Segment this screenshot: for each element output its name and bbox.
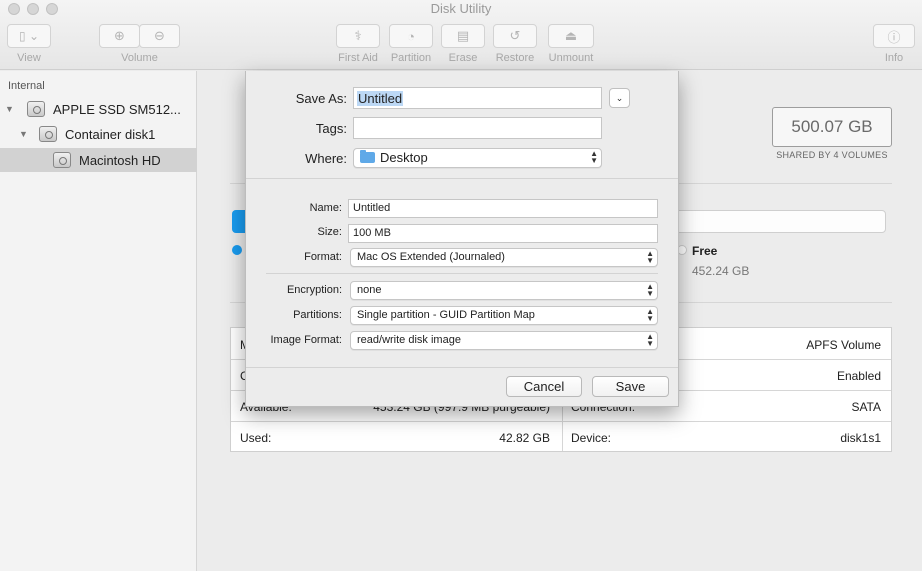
partition-label: Partition	[390, 52, 432, 64]
row-divider	[231, 421, 891, 422]
info-label: Used:	[240, 431, 272, 445]
sidebar: Internal ▼ APPLE SSD SM512... ▼ Containe…	[0, 71, 197, 571]
info-icon: ⓘ	[887, 29, 901, 45]
first-aid-button[interactable]: ⚕	[336, 24, 380, 48]
window-title: Disk Utility	[430, 1, 492, 16]
partitions-value: Single partition - GUID Partition Map	[357, 309, 535, 321]
where-popup[interactable]: Desktop ▲ ▼	[353, 148, 602, 168]
info-value: disk1s1	[840, 431, 881, 445]
tags-field[interactable]	[353, 117, 602, 139]
restore-button[interactable]: ↺	[493, 24, 537, 48]
divider	[246, 178, 678, 179]
size-label: Size:	[317, 226, 342, 238]
tags-label: Tags:	[315, 121, 347, 136]
sidebar-item-label: Macintosh HD	[79, 152, 161, 168]
info-value: SATA	[851, 400, 881, 414]
remove-volume-button[interactable]: ⊖	[139, 24, 180, 48]
sidebar-section-internal: Internal	[8, 80, 45, 92]
partitions-label: Partitions:	[293, 309, 342, 321]
info-button[interactable]: ⓘ	[873, 24, 915, 48]
updown-arrows-icon: ▲ ▼	[646, 307, 654, 323]
disclosure-triangle-icon[interactable]: ▼	[5, 104, 17, 114]
unmount-label: Unmount	[548, 52, 594, 64]
format-popup[interactable]: Mac OS Extended (Journaled) ▲ ▼	[350, 248, 658, 267]
erase-button[interactable]: ▤	[441, 24, 485, 48]
sidebar-item-apple-ssd[interactable]: ▼ APPLE SSD SM512...	[0, 97, 197, 121]
partition-pie-icon: ◔	[407, 28, 415, 44]
where-label: Where:	[305, 151, 347, 166]
erase-label: Erase	[448, 52, 478, 64]
remove-volume-icon: ⊖	[154, 28, 165, 43]
capacity-value: 500.07 GB	[772, 107, 892, 147]
updown-arrows-icon: ▲ ▼	[646, 282, 654, 298]
new-image-save-sheet: Save As: Untitled ⌄ Tags: Where: Desktop…	[245, 71, 679, 407]
image-format-label: Image Format:	[270, 334, 342, 346]
info-label: Info	[884, 52, 904, 64]
image-format-value: read/write disk image	[357, 334, 461, 346]
sidebar-item-label: APPLE SSD SM512...	[53, 101, 181, 117]
info-value: Enabled	[836, 369, 881, 383]
view-label: View	[17, 52, 41, 64]
restore-label: Restore	[495, 52, 535, 64]
cancel-button[interactable]: Cancel	[506, 376, 582, 397]
updown-arrows-icon: ▲ ▼	[646, 332, 654, 348]
save-as-field[interactable]: Untitled	[353, 87, 602, 109]
erase-icon: ▤	[456, 28, 470, 43]
divider	[246, 367, 678, 368]
capacity-note: SHARED BY 4 VOLUMES	[776, 150, 888, 160]
format-label: Format:	[304, 251, 342, 263]
updown-arrows-icon: ▲ ▼	[590, 149, 598, 165]
expand-browser-button[interactable]: ⌄	[609, 88, 630, 108]
divider	[266, 273, 658, 274]
volume-disk-icon	[53, 152, 71, 168]
add-volume-button[interactable]: ⊕	[99, 24, 140, 48]
where-value: Desktop	[380, 150, 428, 165]
folder-icon	[360, 150, 375, 163]
updown-arrows-icon: ▲ ▼	[646, 249, 654, 265]
name-field[interactable]: Untitled	[348, 199, 658, 218]
disclosure-triangle-icon[interactable]: ▼	[19, 129, 31, 139]
sidebar-item-container-disk1[interactable]: ▼ Container disk1	[0, 122, 197, 146]
view-button[interactable]: ▯ ⌄	[7, 24, 51, 48]
first-aid-label: First Aid	[338, 52, 378, 64]
unmount-icon: ⏏	[564, 28, 578, 43]
free-value: 452.24 GB	[692, 264, 750, 278]
volume-label: Volume	[121, 52, 158, 64]
used-legend-dot	[232, 245, 242, 255]
name-label: Name:	[309, 202, 342, 214]
toolbar: Disk Utility ▯ ⌄ View ⊕ ⊖ Volume ⚕ First…	[0, 0, 922, 70]
save-as-value: Untitled	[357, 91, 404, 106]
restore-arrow-icon: ↺	[509, 28, 521, 43]
unmount-button[interactable]: ⏏	[548, 24, 594, 48]
sidebar-item-macintosh-hd[interactable]: Macintosh HD	[0, 148, 197, 172]
internal-disk-icon	[27, 101, 45, 117]
chevron-down-icon: ⌄	[615, 92, 624, 103]
encryption-value: none	[357, 284, 382, 296]
free-label: Free	[692, 244, 718, 258]
size-field[interactable]: 100 MB	[348, 224, 658, 243]
sidebar-view-icon: ▯ ⌄	[19, 29, 39, 43]
partitions-popup[interactable]: Single partition - GUID Partition Map ▲ ▼	[350, 306, 658, 325]
container-disk-icon	[39, 126, 57, 142]
image-format-popup[interactable]: read/write disk image ▲ ▼	[350, 331, 658, 350]
info-value: 42.82 GB	[499, 431, 550, 445]
info-label: Device:	[571, 431, 612, 445]
format-value: Mac OS Extended (Journaled)	[357, 251, 505, 263]
partition-button[interactable]: ◔	[389, 24, 433, 48]
encryption-popup[interactable]: none ▲ ▼	[350, 281, 658, 300]
sidebar-item-label: Container disk1	[65, 126, 156, 142]
info-value: APFS Volume	[806, 338, 881, 352]
save-button[interactable]: Save	[592, 376, 669, 397]
add-volume-icon: ⊕	[114, 28, 125, 43]
stethoscope-icon: ⚕	[354, 28, 362, 43]
save-as-label: Save As:	[295, 91, 347, 106]
encryption-label: Encryption:	[286, 284, 342, 296]
